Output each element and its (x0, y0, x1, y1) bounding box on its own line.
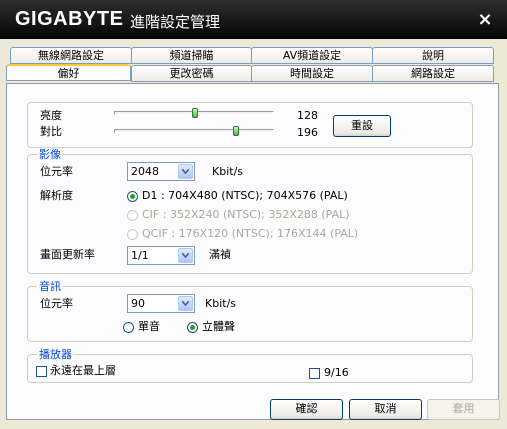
resolution-d1-radio[interactable] (127, 191, 138, 202)
chevron-down-icon[interactable] (178, 164, 193, 179)
contrast-label: 對比 (40, 125, 62, 138)
frame-rate-suffix: 滿禎 (209, 248, 231, 261)
resolution-d1-label[interactable]: D1 : 704X480 (NTSC); 704X576 (PAL) (142, 189, 348, 203)
video-group-title: 影像 (37, 148, 63, 161)
settings-window: GIGABYTE 進階設定管理 × 無線網路設定 頻道掃瞄 AV頻道設定 說明 … (0, 0, 507, 429)
tab-help[interactable]: 說明 (372, 47, 494, 64)
tab-preferences[interactable]: 偏好 (6, 64, 131, 81)
radio-selected-dot (190, 325, 195, 330)
player-group-title: 播放器 (37, 348, 74, 361)
chevron-down-icon[interactable] (178, 248, 193, 263)
audio-bitrate-select[interactable]: 90 (127, 294, 195, 313)
tab-network-settings[interactable]: 網路設定 (372, 65, 494, 82)
window-title: 進階設定管理 (130, 13, 221, 31)
resolution-label: 解析度 (40, 189, 73, 202)
ratio-916-checkbox[interactable] (309, 368, 320, 379)
audio-stereo-label[interactable]: 立體聲 (202, 320, 235, 334)
video-bitrate-value: 2048 (131, 165, 159, 178)
ok-button[interactable]: 確認 (270, 399, 343, 420)
video-bitrate-select[interactable]: 2048 (127, 162, 195, 181)
apply-button[interactable]: 套用 (427, 399, 500, 420)
resolution-qcif-radio[interactable] (127, 229, 138, 240)
resolution-cif-label[interactable]: CIF : 352X240 (NTSC); 352X288 (PAL) (142, 208, 350, 222)
brightness-slider-thumb[interactable] (192, 108, 198, 118)
contrast-value: 196 (297, 126, 318, 139)
tab-time-settings[interactable]: 時間設定 (251, 65, 373, 82)
tab-av-channel[interactable]: AV頻道設定 (251, 47, 373, 64)
audio-group-title: 音訊 (37, 280, 63, 293)
resolution-qcif-label[interactable]: QCIF : 176X120 (NTSC); 176X144 (PAL) (142, 227, 358, 241)
reset-button[interactable]: 重設 (333, 115, 391, 137)
brightness-slider[interactable] (114, 108, 274, 118)
ratio-916-label[interactable]: 9/16 (324, 366, 349, 380)
brightness-value: 128 (297, 109, 318, 122)
audio-mono-label[interactable]: 單音 (138, 320, 160, 334)
close-icon[interactable]: × (475, 10, 495, 30)
audio-group (27, 286, 473, 342)
frame-rate-value: 1/1 (131, 249, 149, 262)
frame-rate-label: 畫面更新率 (40, 248, 95, 261)
video-bitrate-unit: Kbit/s (212, 165, 244, 178)
display-adjust-group (27, 102, 473, 148)
tab-channel-scan[interactable]: 頻道掃瞄 (131, 47, 252, 64)
audio-bitrate-unit: Kbit/s (205, 297, 237, 310)
tab-change-password[interactable]: 更改密碼 (131, 65, 252, 82)
tab-wireless-network[interactable]: 無線網路設定 (10, 47, 132, 64)
brand-logo: GIGABYTE (15, 8, 124, 30)
contrast-slider-thumb[interactable] (233, 126, 239, 136)
audio-stereo-radio[interactable] (187, 322, 198, 333)
audio-bitrate-value: 90 (131, 297, 145, 310)
title-bar[interactable]: GIGABYTE 進階設定管理 × (0, 0, 507, 39)
radio-selected-dot (130, 194, 135, 199)
frame-rate-select[interactable]: 1/1 (127, 246, 195, 265)
contrast-slider[interactable] (114, 126, 274, 136)
always-on-top-label[interactable]: 永遠在最上層 (50, 364, 116, 378)
audio-mono-radio[interactable] (123, 322, 134, 333)
always-on-top-checkbox[interactable] (36, 366, 47, 377)
chevron-down-icon[interactable] (178, 296, 193, 311)
cancel-button[interactable]: 取消 (349, 399, 422, 420)
brightness-label: 亮度 (40, 109, 62, 122)
resolution-cif-radio[interactable] (127, 210, 138, 221)
audio-bitrate-label: 位元率 (40, 297, 73, 310)
video-bitrate-label: 位元率 (40, 165, 73, 178)
